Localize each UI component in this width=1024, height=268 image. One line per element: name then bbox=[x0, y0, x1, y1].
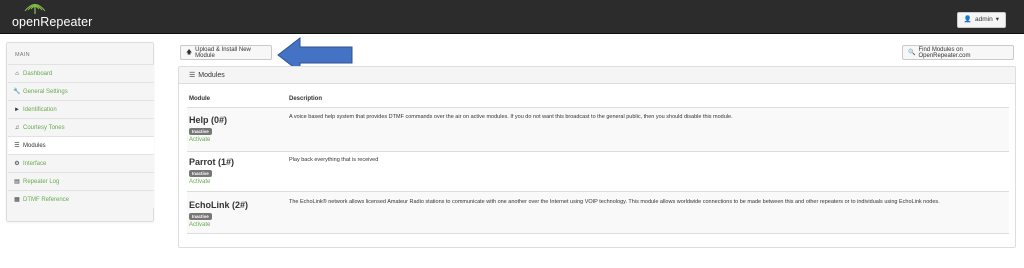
upload-install-module-button[interactable]: 🡅 Upload & Install New Module bbox=[180, 45, 272, 60]
activate-link[interactable]: Activate bbox=[189, 222, 210, 228]
sidebar-item-label: Repeater Log bbox=[23, 178, 60, 185]
sidebar-item-label: Courtesy Tones bbox=[23, 124, 65, 131]
table-row: Help (0#) Inactive Activate A voice base… bbox=[187, 108, 1009, 152]
table-row: EchoLink (2#) Inactive Activate The Echo… bbox=[187, 192, 1009, 234]
cog-icon: ⚙ bbox=[14, 161, 20, 167]
status-badge: Inactive bbox=[189, 213, 212, 220]
sidebar-item-label: Dashboard bbox=[23, 70, 53, 77]
sidebar-item-label: DTMF Reference bbox=[23, 196, 70, 203]
modules-panel: ☰ Modules Module Description Help (0#) I… bbox=[178, 66, 1016, 248]
sidebar-item-label: Identification bbox=[23, 106, 57, 113]
upload-icon: 🡅 bbox=[186, 49, 193, 56]
column-header-description: Description bbox=[289, 96, 323, 102]
wrench-icon: 🔧 bbox=[13, 89, 21, 95]
panel-title: Modules bbox=[198, 71, 225, 79]
module-name: Parrot (1#) bbox=[189, 157, 235, 167]
user-menu-label: admin bbox=[975, 16, 993, 23]
radio-tower-icon bbox=[24, 4, 46, 14]
table-row: Parrot (1#) Inactive Activate Play back … bbox=[187, 152, 1009, 192]
sidebar-item-dtmf-reference[interactable]: ▦ DTMF Reference bbox=[8, 190, 154, 208]
module-description: Play back everything that is received bbox=[289, 157, 379, 163]
list-icon: ☰ bbox=[14, 143, 20, 149]
sidebar-item-modules[interactable]: ☰ Modules bbox=[8, 136, 154, 154]
music-icon: ♫ bbox=[14, 124, 20, 131]
sidebar-item-label: General Settings bbox=[23, 88, 68, 95]
list-icon: ☰ bbox=[189, 72, 196, 79]
sidebar-item-interface[interactable]: ⚙ Interface bbox=[8, 154, 154, 172]
upload-button-label: Upload & Install New Module bbox=[195, 46, 251, 59]
panel-heading: ☰ Modules bbox=[179, 67, 1015, 84]
sidebar-item-courtesy-tones[interactable]: ♫ Courtesy Tones bbox=[8, 118, 154, 136]
sidebar-item-dashboard[interactable]: ⌂ Dashboard bbox=[8, 64, 154, 82]
find-modules-button[interactable]: 🔍 Find Modules on OpenRepeater.com bbox=[902, 45, 1014, 60]
sidebar-item-identification[interactable]: ► Identification bbox=[8, 100, 154, 118]
module-name: EchoLink (2#) bbox=[189, 200, 249, 210]
sidebar-item-label: Modules bbox=[23, 142, 46, 149]
sidebar-heading: MAIN bbox=[15, 52, 30, 58]
column-header-module: Module bbox=[189, 96, 210, 102]
user-menu-button[interactable]: 👤 admin ▾ bbox=[956, 12, 1006, 28]
search-icon: 🔍 bbox=[908, 50, 916, 56]
module-description: The EchoLink® network allows licensed Am… bbox=[289, 199, 940, 205]
sidebar-item-general-settings[interactable]: 🔧 General Settings bbox=[8, 82, 154, 100]
status-badge: Inactive bbox=[189, 170, 212, 177]
top-navbar: openRepeater 👤 admin ▾ bbox=[0, 0, 1024, 34]
find-button-label: Find Modules on OpenRepeater.com bbox=[918, 46, 971, 59]
home-icon: ⌂ bbox=[15, 70, 19, 77]
module-name: Help (0#) bbox=[189, 115, 228, 125]
brand-logo-link[interactable]: openRepeater bbox=[12, 4, 93, 29]
user-icon: 👤 bbox=[963, 16, 973, 23]
sidebar-nav: MAIN ⌂ Dashboard 🔧 General Settings ► Id… bbox=[6, 42, 154, 222]
log-icon: ▤ bbox=[14, 179, 20, 185]
module-description: A voice based help system that provides … bbox=[289, 114, 733, 120]
caret-down-icon: ▾ bbox=[995, 16, 999, 23]
keypad-icon: ▦ bbox=[14, 197, 20, 203]
sidebar-item-label: Interface bbox=[23, 160, 47, 167]
activate-link[interactable]: Activate bbox=[189, 137, 210, 143]
sidebar-item-repeater-log[interactable]: ▤ Repeater Log bbox=[8, 172, 154, 190]
brand-name: openRepeater bbox=[12, 15, 93, 29]
bullhorn-icon: ► bbox=[14, 106, 20, 113]
activate-link[interactable]: Activate bbox=[189, 179, 210, 185]
status-badge: Inactive bbox=[189, 128, 212, 135]
